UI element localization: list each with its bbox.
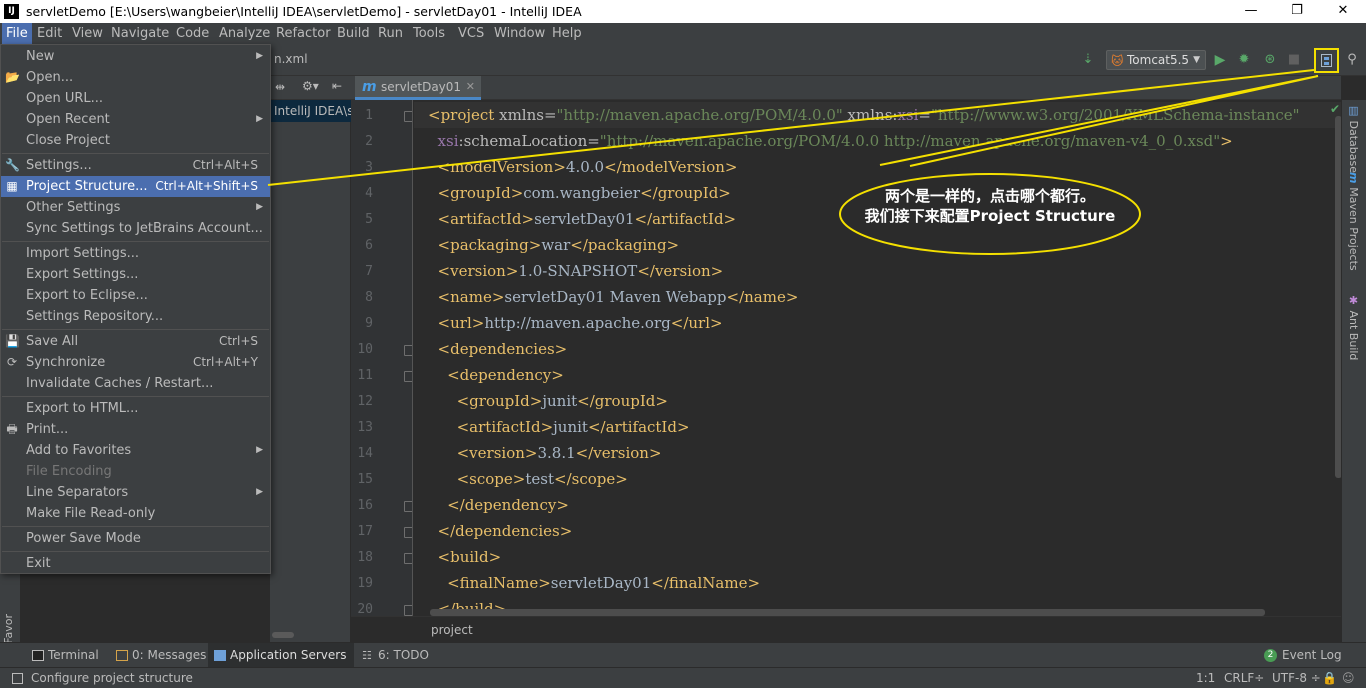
annotation-arrow bbox=[267, 69, 1319, 186]
annotation-line-2: 我们接下来配置Project Structure bbox=[864, 207, 1116, 225]
annotation-text: 两个是一样的，点击哪个都行。 我们接下来配置Project Structure bbox=[838, 186, 1142, 226]
annotation-line-1: 两个是一样的，点击哪个都行。 bbox=[884, 187, 1095, 205]
